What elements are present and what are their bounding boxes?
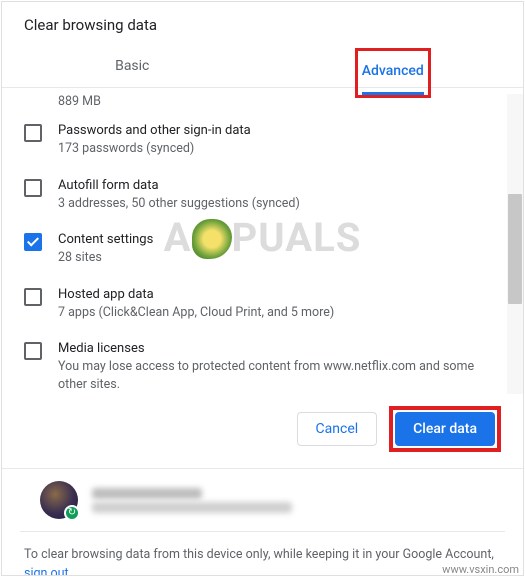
account-email-blurred [92,502,292,513]
item-sub: 3 addresses, 50 other suggestions (synce… [58,195,300,213]
item-sub: You may lose access to protected content… [58,358,505,388]
item-sub: 28 sites [58,249,153,267]
clear-data-button[interactable]: Clear data [395,412,495,446]
item-sub: 173 passwords (synced) [58,140,251,158]
list-item[interactable]: Hosted app data 7 apps (Click&Clean App,… [24,277,505,332]
checkbox-passwords[interactable] [24,124,42,142]
clear-browsing-data-dialog: Clear browsing data Basic Advanced 889 M… [1,1,524,576]
item-label: Media licenses [58,341,505,356]
list-item[interactable]: Passwords and other sign-in data 173 pas… [24,113,505,168]
truncated-size: 889 MB [24,94,505,109]
checkbox-content-settings[interactable] [24,233,42,251]
account-name-blurred [92,488,202,499]
dialog-title: Clear browsing data [2,2,523,44]
tab-advanced[interactable]: Advanced [263,44,524,87]
tab-basic[interactable]: Basic [2,44,263,87]
list-item[interactable]: Media licenses You may lose access to pr… [24,331,505,388]
tab-basic-label: Basic [115,58,149,74]
footer-suffix: . [69,566,72,576]
list-item[interactable]: Content settings 28 sites [24,222,505,277]
checkbox-hosted-app[interactable] [24,288,42,306]
tabs: Basic Advanced [2,44,523,88]
item-label: Content settings [58,232,153,247]
list-item[interactable]: Autofill form data 3 addresses, 50 other… [24,168,505,223]
account-text [92,485,292,516]
item-label: Autofill form data [58,178,300,193]
highlight-box: Clear data [389,406,501,452]
account-card [2,469,523,531]
sync-icon [64,505,80,521]
item-sub: 7 apps (Click&Clean App, Cloud Print, an… [58,304,334,322]
sign-out-link[interactable]: sign out [24,566,69,576]
checkbox-media-licenses[interactable] [24,342,42,360]
source-url: www.vsxin.com [442,563,519,576]
checkbox-autofill[interactable] [24,179,42,197]
dialog-actions: Cancel Clear data [2,388,523,468]
cancel-button[interactable]: Cancel [297,412,378,446]
item-label: Passwords and other sign-in data [58,123,251,138]
item-label: Hosted app data [58,287,334,302]
footer-msg: To clear browsing data from this device … [24,547,494,562]
avatar [40,481,78,519]
options-list: 889 MB Passwords and other sign-in data … [2,88,523,388]
